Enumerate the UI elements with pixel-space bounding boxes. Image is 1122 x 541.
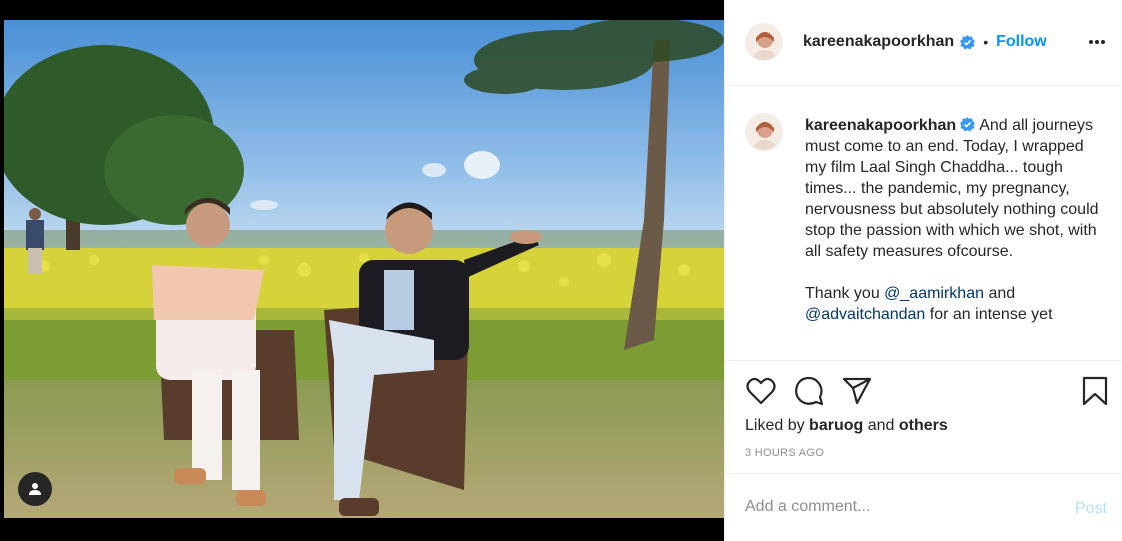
post-comment-button[interactable]: Post [1075,500,1107,518]
heart-icon[interactable] [745,375,777,407]
mention-link[interactable]: @advaitchandan [805,306,925,323]
separator-dot: • [983,34,989,50]
post-photo[interactable] [4,20,724,518]
bookmark-icon[interactable] [1079,375,1111,407]
header-username[interactable]: kareenakapoorkhan [803,33,954,51]
comment-icon[interactable] [793,375,825,407]
liked-by-user[interactable]: baruog [809,417,863,434]
photo-pane [0,0,724,541]
post-side-panel: kareenakapoorkhan • Follow kareenakapoor… [724,0,1122,541]
verified-badge-icon [960,117,976,132]
post-actions: Liked by baruog and others 3 HOURS AGO [725,360,1122,473]
likes-summary: Liked by baruog and others [745,417,948,435]
avatar[interactable] [745,23,783,61]
user-tags-button[interactable] [18,472,52,506]
mention-link[interactable]: @_aamirkhan [884,285,984,302]
verified-badge-icon [960,34,976,50]
likes-prefix: Liked by [745,417,810,434]
header-user-info: kareenakapoorkhan • Follow [803,33,1047,51]
follow-button[interactable]: Follow [996,33,1047,51]
caption-thanks-suffix: for an intense yet [925,306,1053,323]
post-header: kareenakapoorkhan • Follow [725,0,1122,86]
post-caption: kareenakapoorkhan And all journeys must … [805,115,1105,325]
more-options-icon[interactable] [1087,32,1107,52]
person-icon [29,483,41,495]
instagram-post-view: kareenakapoorkhan • Follow kareenakapoor… [0,0,1122,541]
caption-thanks-prefix: Thank you [805,285,885,302]
photo-letterbox [0,518,724,541]
caption-username[interactable]: kareenakapoorkhan [805,117,956,134]
caption-text: And all journeys must come to an end. To… [805,117,1099,260]
caption-thanks-mid: and [984,285,1016,302]
comments-section[interactable]: kareenakapoorkhan And all journeys must … [725,87,1122,359]
post-timestamp[interactable]: 3 HOURS AGO [745,447,824,459]
caption-avatar[interactable] [745,113,783,151]
likes-mid: and [863,417,899,434]
liked-by-others[interactable]: others [899,417,948,434]
add-comment-bar: Post [725,473,1122,541]
comment-input[interactable] [745,498,1045,516]
action-icons [745,375,873,407]
share-icon[interactable] [841,375,873,407]
